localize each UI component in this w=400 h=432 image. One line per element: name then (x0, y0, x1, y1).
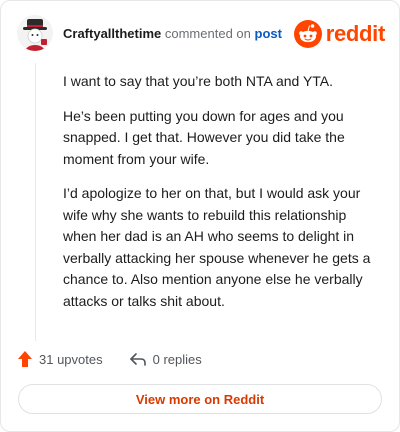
comment-body: I want to say that you’re both NTA and Y… (63, 71, 381, 325)
comment-paragraph: I want to say that you’re both NTA and Y… (63, 73, 334, 89)
thread-line (35, 63, 36, 341)
reddit-wordmark: reddit (325, 21, 386, 46)
upvote-arrow-icon (18, 351, 32, 367)
comment-attribution: Craftyallthetime commented on post (63, 26, 282, 41)
reply-count: 0 replies (152, 351, 202, 367)
replies-button[interactable]: 0 replies (129, 351, 202, 367)
comment-actions: 31 upvotes 0 replies (17, 348, 202, 370)
reply-arrow-icon (129, 353, 146, 366)
comment-paragraph: I’d apologize to her on that, but I woul… (63, 185, 371, 309)
user-avatar[interactable] (17, 15, 53, 51)
avatar-icon (17, 15, 53, 51)
upvote-button[interactable]: 31 upvotes (17, 350, 103, 368)
post-link[interactable]: post (255, 26, 282, 41)
reddit-logo[interactable]: reddit (293, 18, 386, 50)
comment-paragraph: He’s been putting you down for ages and … (63, 107, 345, 167)
commented-on-text: commented on (164, 26, 251, 41)
reddit-snoo-icon (293, 20, 322, 48)
username-link[interactable]: Craftyallthetime (63, 26, 161, 41)
upvote-count: 31 upvotes (39, 351, 103, 367)
view-more-button[interactable]: View more on Reddit (18, 384, 382, 414)
embedded-comment-card: Craftyallthetime commented on post reddi… (0, 0, 400, 432)
comment-header: Craftyallthetime commented on post reddi… (17, 15, 385, 55)
